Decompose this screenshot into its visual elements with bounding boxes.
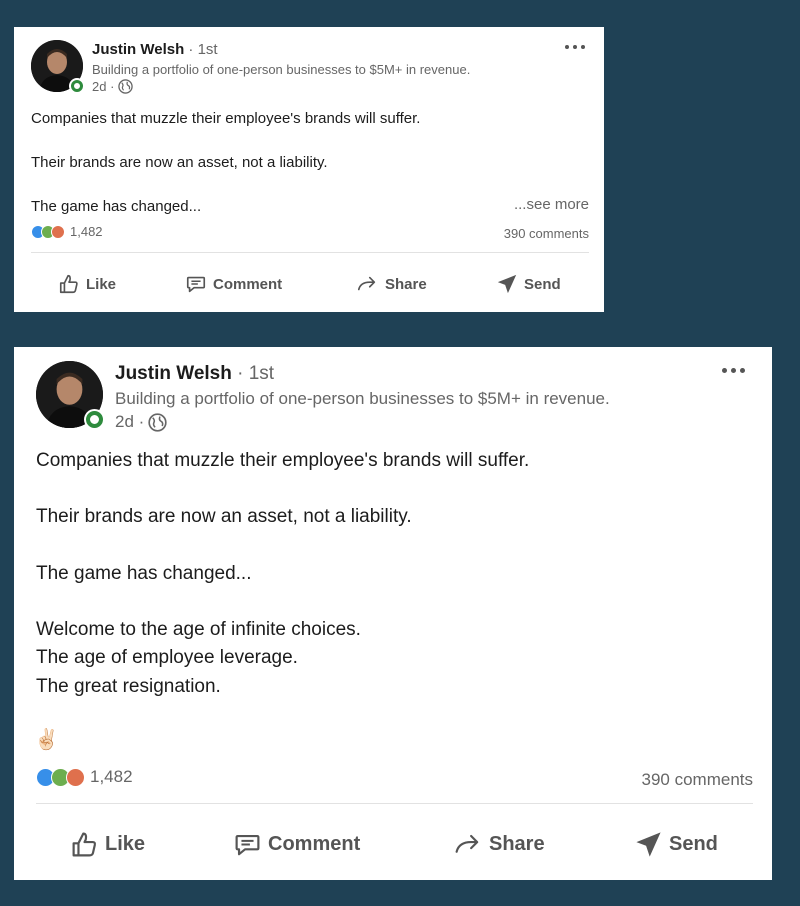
comment-icon: [235, 834, 260, 856]
reaction-summary[interactable]: 1,482: [36, 767, 133, 787]
like-button[interactable]: Like: [70, 830, 145, 859]
author-name-text[interactable]: Justin Welsh: [115, 363, 232, 384]
victory-hand-emoji: ✌🏻: [34, 729, 59, 751]
post-meta: 2d ·: [115, 412, 167, 432]
send-button[interactable]: Send: [634, 830, 718, 859]
comment-button[interactable]: Comment: [185, 273, 282, 295]
divider: [31, 252, 589, 253]
online-status-indicator: [69, 78, 85, 94]
send-paper-plane-icon: [636, 832, 661, 857]
post-card-small: Justin Welsh · 1st Building a portfolio …: [14, 27, 604, 312]
author-name[interactable]: Justin Welsh · 1st: [92, 41, 218, 58]
post-body: Companies that muzzle their employee's b…: [36, 450, 530, 697]
comment-button[interactable]: Comment: [233, 830, 360, 859]
reaction-icons: [31, 224, 65, 239]
comment-label: Comment: [268, 833, 361, 855]
send-paper-plane-icon: [497, 274, 517, 294]
reaction-icons: [36, 767, 85, 787]
globe-icon: [148, 412, 167, 432]
comment-label: Comment: [213, 275, 283, 293]
post-meta: 2d ·: [92, 79, 134, 94]
author-name[interactable]: Justin Welsh · 1st: [115, 363, 274, 385]
comment-icon: [186, 276, 206, 293]
thumbs-up-icon: [72, 832, 96, 857]
comment-count[interactable]: 390 comments: [642, 770, 754, 790]
reaction-count: 1,482: [70, 224, 103, 239]
like-button[interactable]: Like: [58, 273, 116, 295]
send-label: Send: [524, 275, 561, 293]
globe-icon: [118, 79, 134, 94]
send-button[interactable]: Send: [496, 273, 561, 295]
author-headline: Building a portfolio of one-person busin…: [115, 389, 610, 408]
see-more-link[interactable]: ...see more: [514, 196, 589, 213]
post-card-large: Justin Welsh · 1st Building a portfolio …: [14, 347, 772, 880]
author-name-text[interactable]: Justin Welsh: [92, 41, 184, 58]
connection-degree: · 1st: [184, 41, 218, 58]
like-label: Like: [105, 833, 146, 855]
share-button[interactable]: Share: [452, 830, 545, 859]
author-headline: Building a portfolio of one-person busin…: [92, 62, 471, 77]
love-reaction-icon: [66, 767, 85, 787]
share-arrow-icon: [455, 834, 479, 853]
post-body: Companies that muzzle their employee's b…: [31, 110, 421, 215]
comment-count[interactable]: 390 comments: [504, 226, 589, 241]
love-reaction-icon: [51, 224, 65, 239]
post-time: 2d ·: [92, 79, 115, 94]
online-status-indicator: [84, 409, 105, 430]
post-time: 2d ·: [115, 412, 145, 431]
share-arrow-icon: [357, 276, 376, 291]
reaction-count: 1,482: [90, 767, 133, 786]
like-label: Like: [86, 275, 117, 293]
share-label: Share: [489, 833, 545, 855]
reaction-summary[interactable]: 1,482: [31, 224, 103, 239]
more-options-icon[interactable]: [565, 45, 585, 49]
thumbs-up-icon: [59, 274, 78, 294]
send-label: Send: [669, 833, 718, 855]
more-options-icon[interactable]: [722, 368, 745, 373]
divider: [36, 803, 753, 804]
share-button[interactable]: Share: [355, 273, 427, 295]
connection-degree: · 1st: [231, 363, 275, 384]
share-label: Share: [385, 275, 427, 293]
